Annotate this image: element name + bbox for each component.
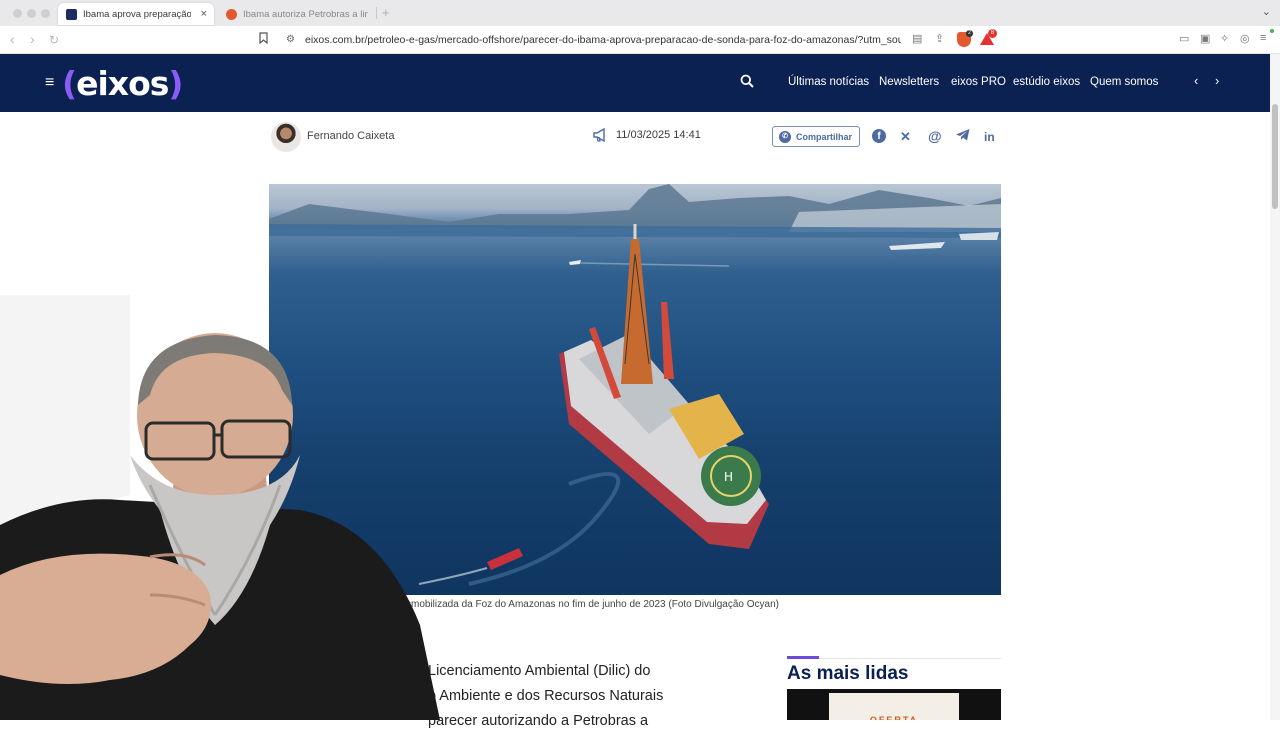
article-body-line: Licenciamento Ambiental (Dilic) do bbox=[428, 663, 651, 679]
most-read-title: As mais lidas bbox=[787, 663, 909, 684]
site-header: ≡ ( eixos ) Últimas notícias Newsletters… bbox=[0, 54, 1270, 112]
search-icon[interactable] bbox=[740, 74, 754, 93]
tab-title: Ibama aprova preparação de bbox=[83, 8, 191, 20]
close-tab-icon[interactable]: × bbox=[201, 8, 207, 20]
nav-ultimas-noticias[interactable]: Últimas notícias bbox=[788, 76, 869, 88]
bookmark-icon[interactable] bbox=[259, 32, 268, 47]
linkedin-icon[interactable]: in bbox=[984, 130, 995, 144]
x-icon[interactable]: ✕ bbox=[900, 129, 911, 145]
tab-title: Ibama autoriza Petrobras a limpar bbox=[243, 8, 368, 20]
share-label: Compartilhar bbox=[796, 131, 853, 142]
megaphone-icon bbox=[592, 127, 610, 147]
window-minimize-button[interactable] bbox=[27, 9, 36, 18]
logo-paren-right: ) bbox=[168, 63, 183, 103]
sidebar-toggle-icon[interactable]: ▭ bbox=[1179, 32, 1189, 45]
reload-icon[interactable]: ↻ bbox=[49, 33, 59, 47]
site-logo[interactable]: ( eixos ) bbox=[62, 63, 183, 103]
threads-icon[interactable]: @ bbox=[928, 128, 942, 144]
nav-estudio-eixos[interactable]: estúdio eixos bbox=[1013, 76, 1080, 88]
svg-text:H: H bbox=[724, 470, 733, 484]
telegram-icon[interactable] bbox=[956, 129, 970, 144]
photo-caption: smobilizada da Foz do Amazonas no fim de… bbox=[406, 599, 779, 610]
wallet-icon[interactable]: ▣ bbox=[1200, 32, 1210, 45]
site-info-icon[interactable]: ⚙ bbox=[286, 34, 295, 45]
nav-prev-button[interactable]: ‹ bbox=[1194, 73, 1198, 88]
share-icon[interactable]: ⇪ bbox=[935, 32, 944, 45]
author-avatar[interactable] bbox=[271, 122, 301, 152]
webcam-presenter-overlay bbox=[0, 295, 440, 720]
whatsapp-share-button[interactable]: ✆ Compartilhar bbox=[772, 126, 860, 147]
nav-next-button[interactable]: › bbox=[1215, 73, 1219, 88]
article-date: 11/03/2025 14:41 bbox=[616, 129, 701, 141]
whatsapp-icon: ✆ bbox=[779, 130, 791, 143]
scrollbar-thumb[interactable] bbox=[1272, 104, 1278, 209]
tab-separator bbox=[376, 7, 377, 19]
nav-eixos-pro[interactable]: eixos PRO bbox=[951, 76, 1006, 88]
article-body-line: o Ambiente e dos Recursos Naturais bbox=[428, 688, 664, 704]
sidebar-accent-bar bbox=[787, 656, 819, 659]
article-body-line: parecer autorizando a Petrobras a bbox=[428, 713, 649, 729]
author-name[interactable]: Fernando Caixeta bbox=[307, 130, 394, 142]
extensions-icon[interactable]: ✧ bbox=[1220, 32, 1229, 45]
rewards-count-badge: 8 bbox=[988, 29, 997, 38]
eixos-favicon-icon bbox=[66, 8, 77, 20]
window-zoom-button[interactable] bbox=[41, 9, 50, 18]
shield-count-badge: 2 bbox=[966, 30, 973, 37]
address-bar[interactable]: eixos.com.br/petroleo-e-gas/mercado-offs… bbox=[305, 34, 901, 46]
logo-text: eixos bbox=[76, 63, 169, 103]
forward-button[interactable]: › bbox=[30, 31, 35, 47]
nav-quem-somos[interactable]: Quem somos bbox=[1090, 76, 1158, 88]
promo-banner: OFERTA bbox=[829, 693, 959, 720]
menu-icon[interactable]: ≡ bbox=[1260, 32, 1266, 44]
chevron-down-icon[interactable]: ⌄ bbox=[1262, 5, 1271, 18]
status-dot bbox=[1270, 29, 1274, 33]
browser-tab-inactive[interactable]: Ibama autoriza Petrobras a limpar bbox=[218, 3, 368, 25]
browser-tab-active[interactable]: Ibama aprova preparação de × bbox=[58, 3, 214, 25]
reader-mode-icon[interactable]: ▤ bbox=[912, 32, 922, 45]
sidebar-divider bbox=[787, 658, 1001, 659]
site-favicon-icon bbox=[226, 8, 237, 20]
vpn-icon[interactable]: ◎ bbox=[1240, 32, 1250, 45]
new-tab-button[interactable]: + bbox=[382, 5, 390, 20]
logo-paren-left: ( bbox=[62, 63, 77, 103]
browser-toolbar: ‹ › ↻ ⚙ eixos.com.br/petroleo-e-gas/merc… bbox=[0, 26, 1280, 54]
back-button[interactable]: ‹ bbox=[10, 31, 15, 47]
browser-tab-bar: Ibama aprova preparação de × Ibama autor… bbox=[0, 0, 1280, 26]
hamburger-icon[interactable]: ≡ bbox=[45, 74, 54, 92]
most-read-card[interactable]: OFERTA bbox=[787, 689, 1001, 720]
window-close-button[interactable] bbox=[13, 9, 22, 18]
facebook-icon[interactable]: f bbox=[872, 129, 886, 143]
nav-newsletters[interactable]: Newsletters bbox=[879, 76, 939, 88]
